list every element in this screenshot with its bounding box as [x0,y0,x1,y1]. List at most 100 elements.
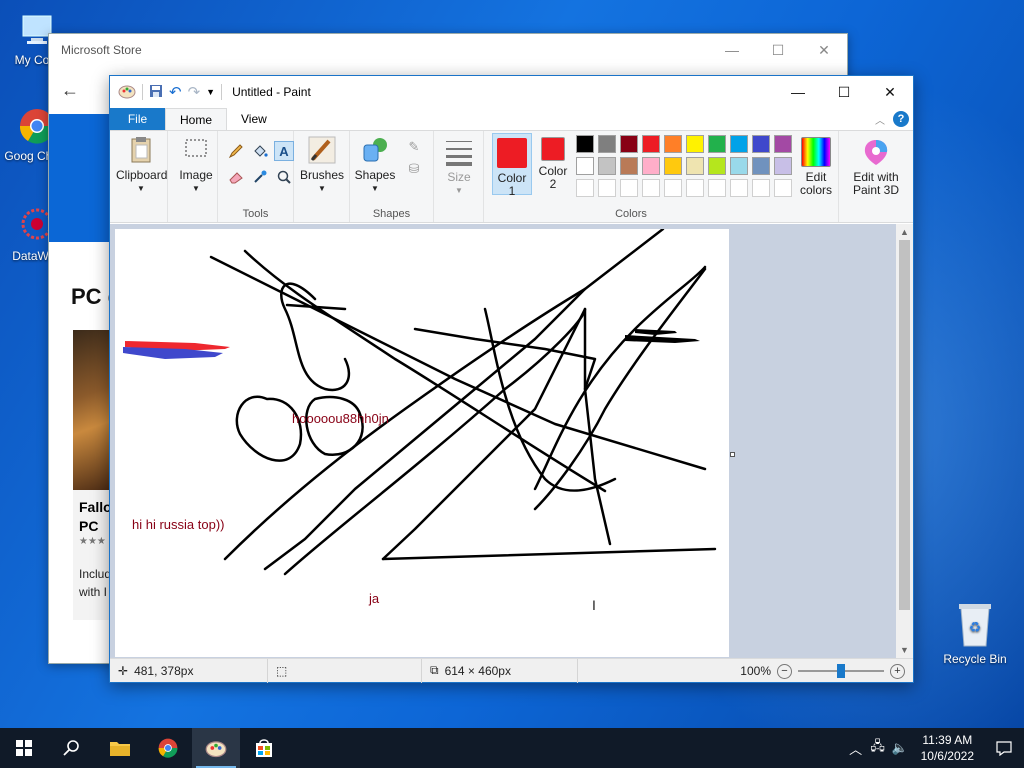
clipboard-button[interactable]: Clipboard ▼ [116,135,167,215]
text-tool-icon[interactable]: A [274,141,294,161]
customize-quick-access-icon[interactable]: ▼ [206,87,215,97]
zoom-slider-knob[interactable] [837,664,845,678]
size-group: Size ▼ [434,131,484,222]
color2-button[interactable]: Color 2 [536,137,570,197]
color-picker-icon[interactable] [250,167,270,187]
palette-color-swatch[interactable] [642,135,660,153]
scroll-down-icon[interactable]: ▼ [896,642,913,658]
search-button[interactable] [48,728,96,768]
help-icon[interactable]: ? [893,111,909,127]
zoom-slider[interactable] [798,664,884,678]
palette-custom-slot[interactable] [774,179,792,197]
image-button[interactable]: Image ▼ [176,135,216,215]
taskbar-microsoft-store[interactable] [240,728,288,768]
back-arrow-icon[interactable]: ← [61,80,79,101]
palette-custom-slot[interactable] [598,179,616,197]
canvas-text-2[interactable]: hi hi russia top)) [132,517,224,532]
taskbar-file-explorer[interactable] [96,728,144,768]
clock[interactable]: 11:39 AM 10/6/2022 [911,732,984,764]
palette-color-swatch[interactable] [642,157,660,175]
palette-color-swatch[interactable] [774,135,792,153]
brushes-button[interactable]: Brushes ▼ [298,135,346,215]
zoom-in-icon[interactable]: + [890,663,905,679]
minimize-button[interactable]: — [775,76,821,108]
drawing-canvas[interactable]: hooooou88hh0jn hi hi russia top)) ja I [115,229,729,657]
canvas-resize-handle[interactable] [730,452,735,457]
store-minimize-button[interactable]: — [709,34,755,66]
magnifier-icon[interactable] [274,167,294,187]
palette-custom-slot[interactable] [752,179,770,197]
undo-icon[interactable]: ↶ [169,83,182,101]
canvas-area[interactable]: hooooou88hh0jn hi hi russia top)) ja I ▲… [110,224,913,658]
palette-custom-slot[interactable] [642,179,660,197]
palette-color-swatch[interactable] [664,157,682,175]
palette-color-swatch[interactable] [708,135,726,153]
edit-colors-icon [801,137,831,167]
start-button[interactable] [0,728,48,768]
maximize-button[interactable]: ☐ [821,76,867,108]
taskbar-chrome[interactable] [144,728,192,768]
clock-date: 10/6/2022 [920,749,974,763]
chevron-up-icon[interactable]: ︿ [845,739,867,758]
fill-bucket-icon[interactable] [250,141,270,161]
palette-color-swatch[interactable] [752,135,770,153]
scrollbar-thumb[interactable] [899,240,910,610]
paint-app-icon[interactable] [118,83,136,102]
palette-color-swatch[interactable] [686,157,704,175]
palette-custom-slot[interactable] [730,179,748,197]
palette-custom-slot[interactable] [576,179,594,197]
store-close-button[interactable]: ✕ [801,34,847,66]
shapes-button[interactable]: Shapes ▼ [352,135,398,205]
eraser-icon[interactable] [226,167,246,187]
tab-file[interactable]: File [110,108,165,130]
palette-color-swatch[interactable] [620,157,638,175]
palette-color-swatch[interactable] [686,135,704,153]
canvas-text-3[interactable]: ja [369,591,379,606]
palette-custom-slot[interactable] [664,179,682,197]
color1-button[interactable]: Color 1 [492,133,532,198]
edit-colors-label: Edit colors [799,170,832,197]
paint-titlebar[interactable]: ↶ ↷ ▼ Untitled - Paint — ☐ ✕ [110,76,913,108]
vertical-scrollbar[interactable]: ▲ ▼ [896,224,913,658]
shapes-group-label: Shapes [372,208,411,220]
volume-icon[interactable]: 🔈 [889,740,911,756]
scroll-up-icon[interactable]: ▲ [896,224,913,240]
taskbar-paint[interactable] [192,728,240,768]
palette-color-swatch[interactable] [598,135,616,153]
pencil-icon[interactable] [226,141,246,161]
palette-color-swatch[interactable] [620,135,638,153]
network-icon[interactable]: 🖧 [867,737,889,759]
palette-color-swatch[interactable] [730,157,748,175]
size-button[interactable]: Size ▼ [440,137,478,207]
notification-icon[interactable] [984,740,1024,756]
tab-home[interactable]: Home [165,108,228,130]
fill-icon[interactable]: ⛁ [404,159,424,179]
collapse-ribbon-icon[interactable]: ︿ [875,112,885,127]
paint-window[interactable]: ↶ ↷ ▼ Untitled - Paint — ☐ ✕ File Home V… [109,75,914,683]
edit-colors-button[interactable]: Edit colors [796,137,836,207]
tab-view[interactable]: View [227,108,281,130]
redo-icon[interactable]: ↷ [188,83,201,101]
palette-color-swatch[interactable] [774,157,792,175]
palette-color-swatch[interactable] [576,135,594,153]
desktop-icon-recycle-bin[interactable]: ♻ Recycle Bin [940,600,1010,666]
outline-icon[interactable]: ✎ [404,137,424,157]
zoom-out-icon[interactable]: − [777,663,792,679]
palette-color-swatch[interactable] [730,135,748,153]
selection-size: ⬚ [268,658,422,683]
palette-color-swatch[interactable] [664,135,682,153]
close-button[interactable]: ✕ [867,76,913,108]
palette-custom-slot[interactable] [686,179,704,197]
store-product-card[interactable]: Fallo PC ★★★ Includ with I [73,330,113,620]
palette-color-swatch[interactable] [752,157,770,175]
palette-custom-slot[interactable] [620,179,638,197]
svg-text:♻: ♻ [969,620,982,636]
canvas-text-1[interactable]: hooooou88hh0jn [292,411,389,426]
edit-with-paint3d-button[interactable]: Edit with Paint 3D [843,137,909,207]
store-maximize-button[interactable]: ☐ [755,34,801,66]
palette-color-swatch[interactable] [576,157,594,175]
palette-color-swatch[interactable] [708,157,726,175]
palette-custom-slot[interactable] [708,179,726,197]
palette-color-swatch[interactable] [598,157,616,175]
save-icon[interactable] [149,84,163,101]
